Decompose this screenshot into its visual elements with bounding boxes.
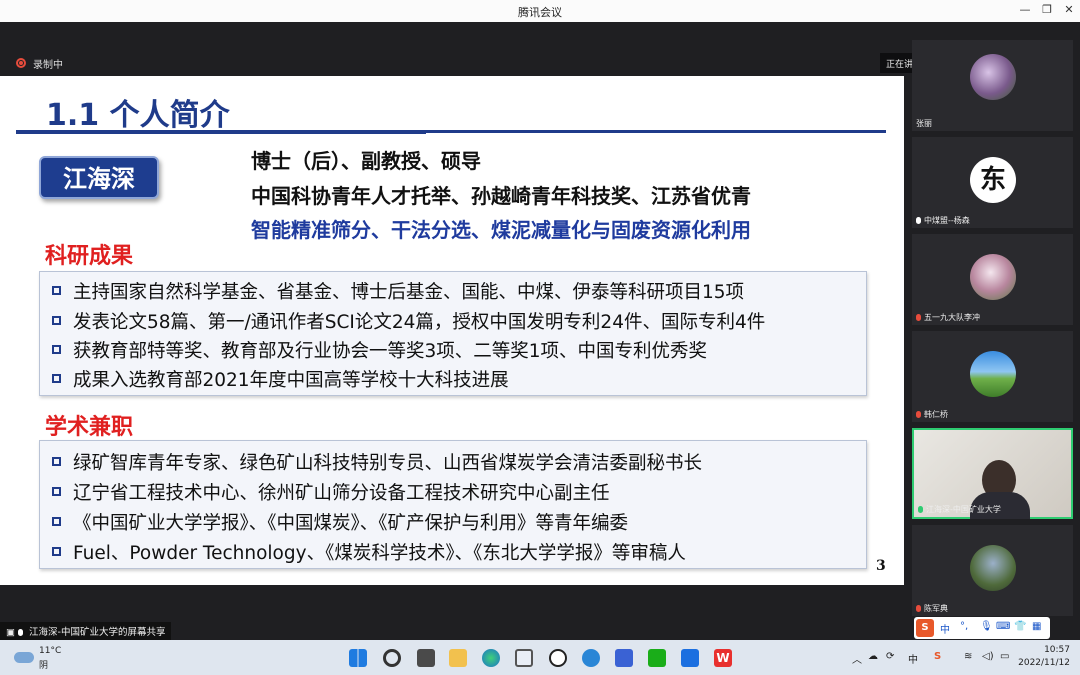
sogou-icon[interactable]: S — [916, 619, 934, 637]
square-bullet-icon — [52, 517, 61, 526]
store-icon[interactable] — [515, 649, 533, 667]
skin-icon[interactable]: 👕 — [1014, 621, 1026, 632]
participant-video-tile[interactable]: 江海深-中国矿业大学 — [912, 428, 1073, 519]
list-item: 《中国矿业大学学报》、《中国煤炭》、《矿产保护与利用》等青年编委 — [52, 509, 628, 535]
list-item: 获教育部特等奖、教育部及行业协会一等奖3项、二等奖1项、中国专利优秀奖 — [52, 337, 707, 363]
volume-icon[interactable]: ◁) — [982, 651, 994, 662]
battery-icon[interactable]: ▭ — [1000, 651, 1009, 662]
app-icon[interactable] — [615, 649, 633, 667]
list-item: Fuel、Powder Technology、《煤炭科学技术》、《东北大学学报》… — [52, 539, 686, 565]
list-item: 辽宁省工程技术中心、徐州矿山筛分设备工程技术研究中心副主任 — [52, 479, 610, 505]
recording-icon — [16, 58, 26, 68]
title-divider-accent — [16, 130, 426, 134]
participant-name: 张丽 — [916, 119, 932, 128]
square-bullet-icon — [52, 487, 61, 496]
weather-condition: 阴 — [39, 661, 49, 671]
search-icon[interactable] — [383, 649, 401, 667]
participant-tile[interactable]: 五一九大队李冲 — [912, 234, 1073, 325]
participant-name: 陈军典 — [916, 603, 948, 614]
list-item: 主持国家自然科学基金、省基金、博士后基金、国能、中煤、伊泰等科研项目15项 — [52, 278, 744, 304]
recording-label: 录制中 — [33, 60, 63, 71]
minimize-button[interactable]: — — [1018, 3, 1032, 17]
avatar: 东 — [970, 157, 1016, 203]
participant-tile[interactable]: 东 中煤盟--杨森 — [912, 137, 1073, 228]
page-number: 3 — [876, 558, 886, 574]
cloud-icon — [14, 652, 34, 663]
avatar — [970, 54, 1016, 100]
avatar — [970, 254, 1016, 300]
intro-line: 博士（后）、副教授、硕导 — [251, 149, 481, 173]
keyboard-icon[interactable]: ⌨ — [996, 621, 1010, 632]
academic-box: 绿矿智库青年专家、绿色矿山科技特别专员、山西省煤炭学会清洁委副秘书长 辽宁省工程… — [39, 440, 867, 569]
participant-tile[interactable]: 张丽 — [912, 40, 1073, 131]
square-bullet-icon — [52, 547, 61, 556]
mic-muted-icon — [916, 411, 921, 418]
window-titlebar: 腾讯会议 — ❐ ✕ — [0, 0, 1080, 22]
system-clock[interactable]: 10:57 2022/11/12 — [1016, 644, 1070, 670]
ime-lang-label[interactable]: 中 — [940, 621, 950, 636]
show-hidden-icons[interactable]: ︿ — [852, 651, 862, 666]
list-item: 成果入选教育部2021年度中国高等学校十大科技进展 — [52, 366, 509, 392]
mic-icon — [18, 629, 24, 636]
screen-share-icon: ▣ — [6, 627, 15, 638]
toolbox-icon[interactable]: ▦ — [1032, 621, 1041, 632]
square-bullet-icon — [52, 457, 61, 466]
mic-icon — [916, 217, 921, 224]
square-bullet-icon — [52, 345, 61, 354]
clock-date: 2022/11/12 — [1018, 658, 1070, 668]
participant-name: 中煤盟--杨森 — [916, 215, 970, 226]
participant-name: 五一九大队李冲 — [916, 312, 980, 323]
restore-button[interactable]: ❐ — [1040, 3, 1054, 17]
square-bullet-icon — [52, 316, 61, 325]
ime-toolbar[interactable]: S 中 °, 🎙 ⌨ 👕 ▦ — [914, 617, 1050, 639]
participant-name: 江海深-中国矿业大学 — [918, 504, 1001, 515]
app-icon[interactable] — [582, 649, 600, 667]
academic-heading: 学术兼职 — [45, 415, 134, 440]
screen-share-label: ▣ 江海深-中国矿业大学的屏幕共享 — [0, 622, 172, 640]
avatar — [970, 545, 1016, 591]
temperature: 11°C — [39, 646, 62, 656]
tencent-meeting-icon[interactable] — [681, 649, 699, 667]
file-explorer-icon[interactable] — [449, 649, 467, 667]
sogou-tray-icon[interactable]: S — [934, 651, 941, 662]
mic-active-icon — [918, 506, 923, 513]
participant-name: 韩仁桥 — [916, 409, 948, 420]
clock-time: 10:57 — [1044, 645, 1070, 655]
research-box: 主持国家自然科学基金、省基金、博士后基金、国能、中煤、伊泰等科研项目15项 发表… — [39, 271, 867, 396]
research-heading: 科研成果 — [45, 244, 134, 269]
participant-tile[interactable]: 陈军典 — [912, 525, 1073, 616]
participant-tile[interactable]: 韩仁桥 — [912, 331, 1073, 422]
list-item: 发表论文58篇、第一/通讯作者SCI论文24篇，授权中国发明专利24件、国际专利… — [52, 308, 765, 334]
task-view-icon[interactable] — [417, 649, 435, 667]
cloud-tray-icon[interactable]: ☁ — [868, 651, 878, 662]
window-title: 腾讯会议 — [518, 6, 562, 19]
start-icon[interactable] — [349, 649, 367, 667]
input-language[interactable]: 中 — [908, 651, 918, 666]
name-badge: 江海深 — [39, 156, 159, 199]
microphone-icon[interactable]: 🎙 — [980, 621, 993, 632]
app-icon[interactable] — [549, 649, 567, 667]
square-bullet-icon — [52, 374, 61, 383]
wps-icon[interactable]: W — [714, 649, 732, 667]
edge-icon[interactable] — [482, 649, 500, 667]
mic-muted-icon — [916, 314, 921, 321]
shared-slide: 1.1 个人简介 江海深 博士（后）、副教授、硕导 中国科协青年人才托举、孙越崎… — [0, 76, 904, 585]
wifi-icon[interactable]: ≋ — [964, 651, 972, 662]
windows-taskbar: 11°C 阴 — [0, 640, 1080, 675]
sync-icon[interactable]: ⟳ — [886, 651, 894, 662]
mic-muted-icon — [916, 605, 921, 612]
list-item: 绿矿智库青年专家、绿色矿山科技特别专员、山西省煤炭学会清洁委副秘书长 — [52, 449, 702, 475]
intro-line-research-areas: 智能精准筛分、干法分选、煤泥减量化与固废资源化利用 — [251, 218, 751, 242]
square-bullet-icon — [52, 286, 61, 295]
punctuation-icon[interactable]: °, — [960, 621, 968, 632]
close-button[interactable]: ✕ — [1062, 3, 1076, 17]
avatar — [970, 351, 1016, 397]
wechat-icon[interactable] — [648, 649, 666, 667]
intro-line: 中国科协青年人才托举、孙越崎青年科技奖、江苏省优青 — [251, 184, 751, 208]
slide-title: 1.1 个人简介 — [46, 98, 230, 133]
